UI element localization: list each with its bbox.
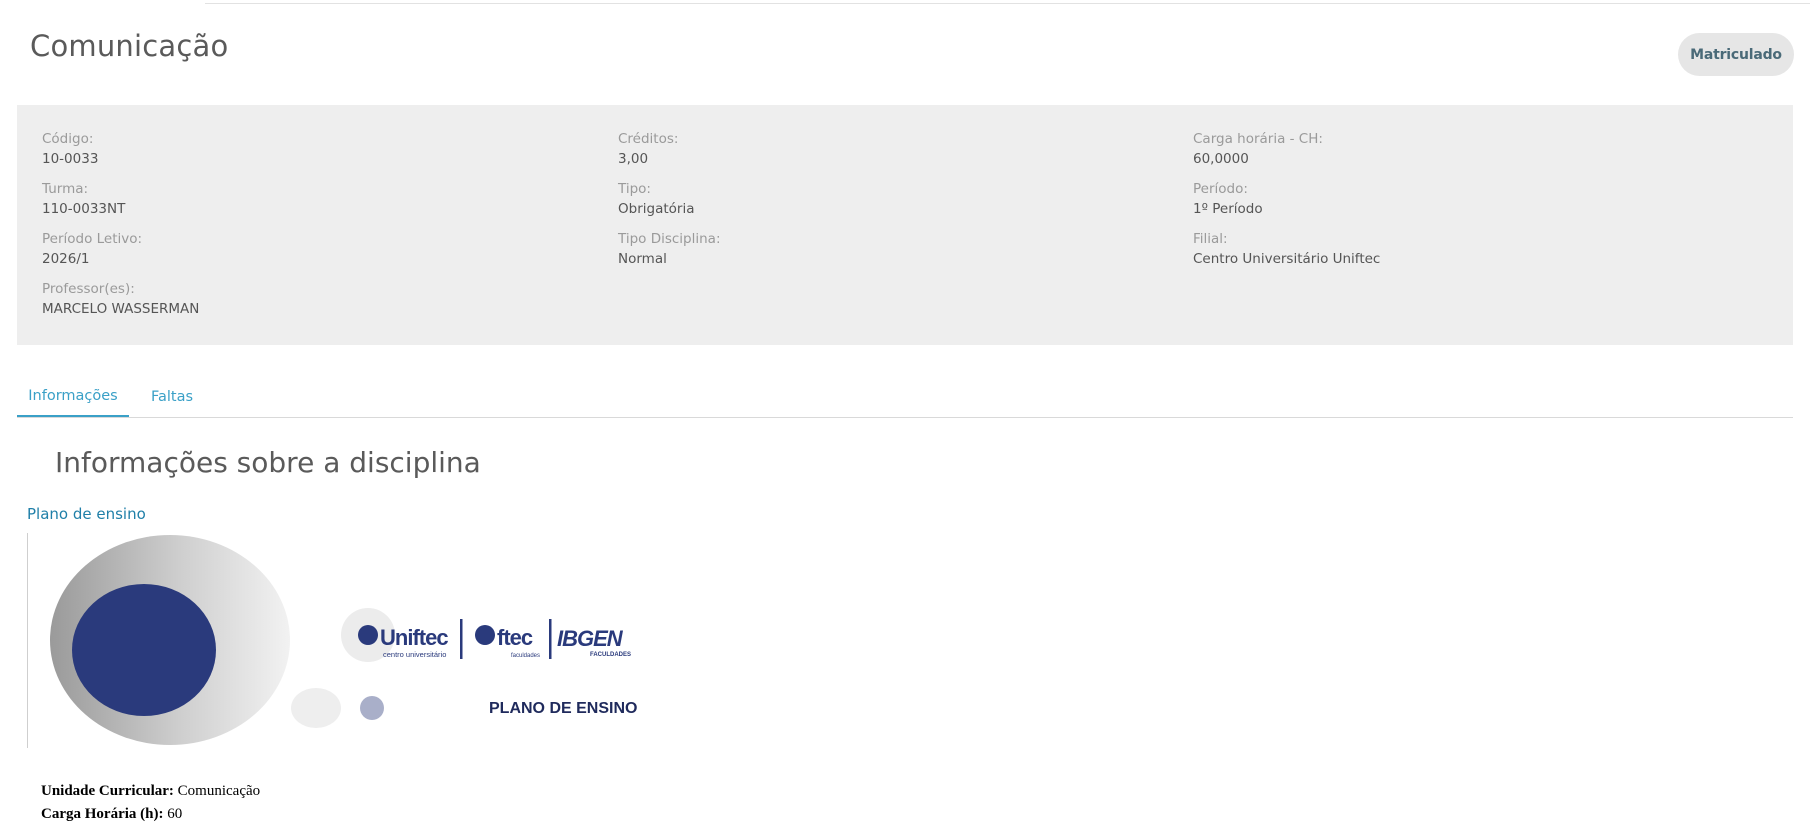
top-divider xyxy=(205,0,1810,4)
info-value: 3,00 xyxy=(618,151,649,167)
plan-header-graphic: Uniftec centro universitário ftec faculd… xyxy=(50,535,637,745)
plan-field-value: 60 xyxy=(163,806,183,822)
info-value: 110-0033NT xyxy=(42,201,126,217)
plan-field-label: Carga Horária (h): xyxy=(41,806,164,822)
info-value: 1º Período xyxy=(1193,201,1263,217)
brand-divider-2 xyxy=(549,619,552,659)
plan-fields: Unidade Curricular: Comunicação Carga Ho… xyxy=(41,780,260,826)
plan-field-carga: Carga Horária (h): 60 xyxy=(41,803,260,826)
info-value: Centro Universitário Uniftec xyxy=(1193,251,1381,267)
plan-heading: PLANO DE ENSINO xyxy=(489,700,637,717)
info-field-tipo: Tipo: Obrigatória xyxy=(618,179,721,229)
info-field-tipo-disciplina: Tipo Disciplina: Normal xyxy=(618,229,721,279)
brand-ftec: ftec xyxy=(497,625,533,650)
info-label: Código: xyxy=(42,131,94,147)
info-value: Normal xyxy=(618,251,667,267)
info-label: Tipo: xyxy=(618,181,651,197)
info-field-professor: Professor(es): MARCELO WASSERMAN xyxy=(42,279,199,329)
brand-ftec-sub: faculdades xyxy=(511,653,540,659)
tab-faltas[interactable]: Faltas xyxy=(142,377,202,417)
info-label: Filial: xyxy=(1193,231,1228,247)
info-value: Obrigatória xyxy=(618,201,695,217)
decor-lilac-dot-icon xyxy=(360,696,384,720)
decor-light-circle-icon xyxy=(291,688,341,728)
info-value: 2026/1 xyxy=(42,251,90,267)
brand-ibgen-sub: FACULDADES xyxy=(590,652,631,658)
info-label: Professor(es): xyxy=(42,281,135,297)
info-field-creditos: Créditos: 3,00 xyxy=(618,129,721,179)
info-field-periodo-letivo: Período Letivo: 2026/1 xyxy=(42,229,199,279)
decor-navy-circle-icon xyxy=(72,584,216,716)
page: Comunicação Matriculado Código: 10-0033 … xyxy=(0,0,1810,831)
info-field-codigo: Código: 10-0033 xyxy=(42,129,199,179)
brand-uniftec: Uniftec xyxy=(380,625,448,650)
info-value: 10-0033 xyxy=(42,151,99,167)
ftec-logo-icon xyxy=(475,625,495,645)
info-field-filial: Filial: Centro Universitário Uniftec xyxy=(1193,229,1380,279)
info-value: 60,0000 xyxy=(1193,151,1249,167)
info-field-carga-horaria: Carga horária - CH: 60,0000 xyxy=(1193,129,1380,179)
plan-link[interactable]: Plano de ensino xyxy=(27,505,146,523)
section-title: Informações sobre a disciplina xyxy=(55,446,481,479)
uniftec-logo-icon xyxy=(358,625,378,645)
info-label: Período: xyxy=(1193,181,1248,197)
course-info-panel: Código: 10-0033 Turma: 110-0033NT Períod… xyxy=(17,105,1793,345)
info-column-3: Carga horária - CH: 60,0000 Período: 1º … xyxy=(1193,129,1380,279)
plan-field-unidade: Unidade Curricular: Comunicação xyxy=(41,780,260,803)
info-field-periodo: Período: 1º Período xyxy=(1193,179,1380,229)
brand-ibgen: IBGEN xyxy=(557,626,624,651)
info-column-2: Créditos: 3,00 Tipo: Obrigatória Tipo Di… xyxy=(618,129,721,279)
info-label: Carga horária - CH: xyxy=(1193,131,1323,147)
info-field-turma: Turma: 110-0033NT xyxy=(42,179,199,229)
tab-informacoes[interactable]: Informações xyxy=(17,377,129,417)
info-column-1: Código: 10-0033 Turma: 110-0033NT Períod… xyxy=(42,129,199,329)
info-value: MARCELO WASSERMAN xyxy=(42,301,200,317)
info-label: Créditos: xyxy=(618,131,679,147)
plan-field-label: Unidade Curricular: xyxy=(41,783,174,799)
page-title: Comunicação xyxy=(30,29,229,63)
plan-document-header: Uniftec centro universitário ftec faculd… xyxy=(27,533,668,748)
info-label: Tipo Disciplina: xyxy=(618,231,721,247)
info-label: Período Letivo: xyxy=(42,231,143,247)
plan-field-value: Comunicação xyxy=(173,783,261,799)
tab-bar: Informações Faltas xyxy=(17,377,1793,418)
brand-uniftec-sub: centro universitário xyxy=(383,650,446,659)
status-badge: Matriculado xyxy=(1678,33,1794,76)
brand-divider-1 xyxy=(460,619,463,659)
info-label: Turma: xyxy=(42,181,89,197)
